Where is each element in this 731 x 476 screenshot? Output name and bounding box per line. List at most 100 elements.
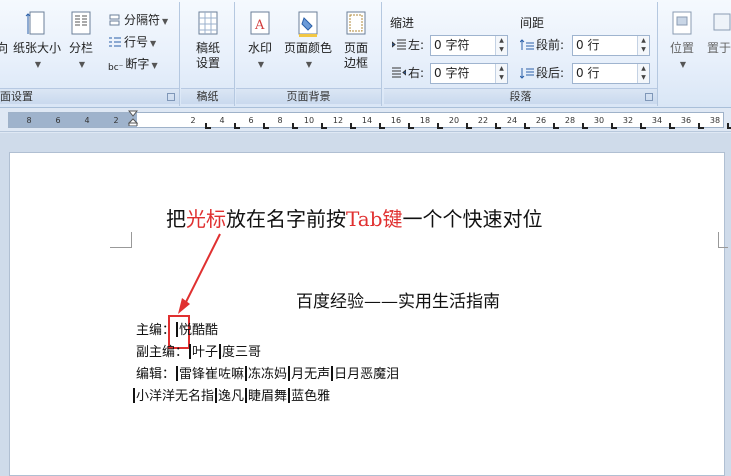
tab-stop-marker[interactable]	[640, 123, 646, 129]
tab-stop-marker[interactable]	[350, 123, 356, 129]
ruler-tick-label: 8	[277, 116, 283, 125]
ruler-tick-label: 36	[680, 116, 692, 125]
tab-stop-marker[interactable]	[669, 123, 675, 129]
spacing-before-input[interactable]: 0 行 ▲ ▼	[572, 35, 650, 56]
orientation-button[interactable]: 向	[0, 10, 10, 56]
ruler-tick-label: 16	[390, 116, 402, 125]
tab-stop-marker[interactable]	[582, 123, 588, 129]
indent-right-spinner[interactable]: ▲ ▼	[495, 64, 507, 83]
line4-name: 睫眉舞	[248, 389, 288, 404]
paper-size-label: 纸张大小	[12, 41, 61, 55]
page-background-group: A 水印 ▼ 页面颜色 ▼ 页面 边框 页面背景	[236, 2, 382, 106]
ruler-tick-label: 38	[709, 116, 721, 125]
horizontal-ruler[interactable]: 8 6 4 2 2 4 6 8 10 12 14 16 18 20 22 24 26 28 30 32 34 36 38	[0, 108, 731, 132]
chevron-down-icon: ▼	[305, 60, 313, 69]
manuscript-label-2: 设置	[195, 56, 220, 70]
page-borders-button[interactable]: 页面 边框	[338, 10, 374, 71]
document-page[interactable]	[9, 152, 725, 476]
spacing-before-icon	[520, 39, 534, 50]
tab-stop-marker[interactable]	[524, 123, 530, 129]
breaks-button[interactable]: 分隔符 ▼	[108, 10, 168, 30]
manuscript-settings-button[interactable]: 稿纸 设置	[187, 10, 229, 71]
line3-label: 编辑：	[136, 367, 176, 382]
ruler-tick-label: 4	[84, 116, 90, 125]
ruler-tick-label: 28	[564, 116, 576, 125]
chevron-down-icon: ▼	[679, 60, 687, 69]
ruler-tick-label: 18	[419, 116, 431, 125]
position-icon	[672, 11, 692, 35]
tab-mark	[331, 366, 334, 381]
tab-stop-marker[interactable]	[408, 123, 414, 129]
breaks-icon	[109, 14, 120, 26]
spacing-after-label: 段后:	[536, 66, 565, 80]
indent-left-spinner[interactable]: ▲ ▼	[495, 36, 507, 55]
tab-mark	[245, 366, 248, 381]
tab-stop-marker[interactable]	[611, 123, 617, 129]
line3-name: 日月	[334, 367, 361, 382]
line4-name: 无名指	[175, 389, 215, 404]
tab-stop-marker[interactable]	[466, 123, 472, 129]
orientation-icon	[0, 10, 10, 38]
ruler-tick-label: 22	[477, 116, 489, 125]
indent-left-value: 0 字符	[434, 38, 470, 52]
svg-text:A: A	[254, 18, 265, 33]
hyphenation-button[interactable]: bc⁻ 断字 ▼	[108, 54, 158, 74]
ruler-strip: 8 6 4 2 2 4 6 8 10 12 14 16 18 20 22 24 26 28 30 32 34 36 38	[8, 112, 731, 129]
watermark-button[interactable]: A 水印 ▼	[240, 10, 280, 72]
spacing-after-value: 0 行	[576, 66, 600, 80]
paragraph-launcher[interactable]	[645, 93, 653, 101]
position-button[interactable]: 位置 ▼	[664, 10, 700, 72]
watermark-label: 水印	[247, 41, 272, 55]
bring-front-button[interactable]: 置于	[704, 10, 731, 56]
tab-stop-marker[interactable]	[234, 123, 240, 129]
tab-stop-marker[interactable]	[321, 123, 327, 129]
page-color-button[interactable]: 页面颜色 ▼	[282, 10, 334, 72]
tab-stop-marker[interactable]	[727, 123, 731, 129]
page-borders-label-2: 边框	[343, 56, 368, 70]
manuscript-group: 稿纸 设置 稿纸	[181, 2, 235, 106]
spacing-title: 间距	[520, 16, 545, 30]
line3-name: 月无声	[291, 367, 331, 382]
tab-stop-marker[interactable]	[292, 123, 298, 129]
spacing-after-spinner[interactable]: ▲ ▼	[637, 64, 649, 83]
indent-right-input[interactable]: 0 字符 ▲ ▼	[430, 63, 508, 84]
tab-mark	[288, 388, 291, 403]
columns-label: 分栏	[68, 41, 93, 55]
page-setup-launcher[interactable]	[167, 93, 175, 101]
spacing-after-input[interactable]: 0 行 ▲ ▼	[572, 63, 650, 84]
tab-stop-marker[interactable]	[553, 123, 559, 129]
line3-name: 恶魔泪	[360, 367, 400, 382]
doc-line-editors: 编辑： 雷锋崔咗嘛 冻冻妈 月无声 日月恶魔泪	[136, 366, 399, 384]
indent-left-input[interactable]: 0 字符 ▲ ▼	[430, 35, 508, 56]
hyphenation-icon: bc⁻	[108, 63, 124, 73]
chevron-down-icon: ▼	[151, 61, 158, 70]
ruler-tick-label: 34	[651, 116, 663, 125]
chevron-down-icon: ▼	[162, 17, 169, 26]
tab-stop-marker[interactable]	[437, 123, 443, 129]
paper-size-button[interactable]: 纸张大小 ▼	[12, 10, 62, 72]
tab-stop-marker[interactable]	[698, 123, 704, 129]
tab-stop-marker[interactable]	[379, 123, 385, 129]
page-background-group-label: 页面背景	[236, 88, 381, 104]
manuscript-icon	[198, 11, 218, 35]
spacing-before-spinner[interactable]: ▲ ▼	[637, 36, 649, 55]
tab-stop-marker[interactable]	[205, 123, 211, 129]
orientation-label: 向	[0, 41, 8, 55]
ruler-tick-label: 12	[332, 116, 344, 125]
tab-stop-marker[interactable]	[495, 123, 501, 129]
indent-marker-icon[interactable]	[128, 110, 138, 126]
ruler-tick-label: 26	[535, 116, 547, 125]
columns-icon	[71, 11, 91, 35]
watermark-icon: A	[250, 11, 270, 35]
margin-corner-right	[718, 232, 728, 248]
columns-button[interactable]: 分栏 ▼	[66, 10, 96, 72]
ruler-tick-label: 14	[361, 116, 373, 125]
line1-name: 悦酷酷	[179, 323, 219, 338]
indent-right-icon	[392, 67, 406, 78]
chevron-down-icon: ▼	[34, 60, 42, 69]
tab-mark	[133, 388, 135, 403]
line-numbers-button[interactable]: 行号 ▼	[108, 32, 156, 52]
indent-right-value: 0 字符	[434, 66, 470, 80]
line1-label: 主编：	[136, 323, 176, 338]
tab-stop-marker[interactable]	[263, 123, 269, 129]
